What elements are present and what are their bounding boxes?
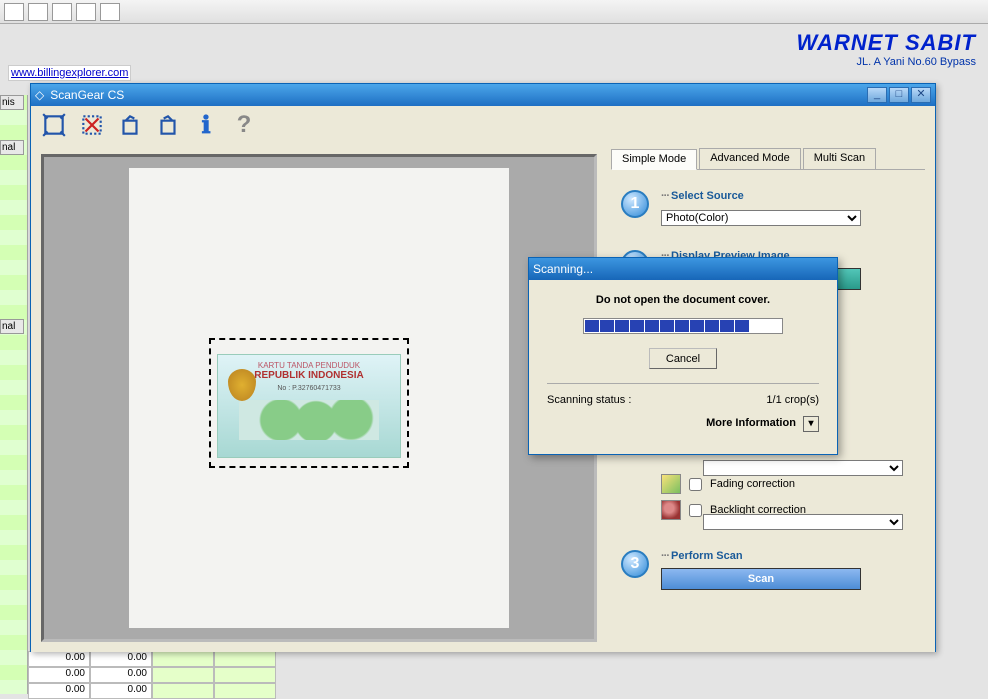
backlight-icon: [661, 500, 681, 520]
rotate-left-icon[interactable]: [115, 110, 145, 140]
progress-segment: [630, 320, 644, 332]
help-icon[interactable]: ?: [229, 110, 259, 140]
tab-advanced[interactable]: Advanced Mode: [699, 148, 801, 169]
status-label: Scanning status :: [547, 394, 631, 406]
bottom-grid: 0.000.00 0.000.00 0.000.00: [28, 651, 628, 699]
grid-cell: 0.00: [90, 683, 152, 699]
grid-cell: 0.00: [28, 683, 90, 699]
brand-subtitle: JL. A Yani No.60 Bypass: [797, 56, 976, 68]
progress-segment: [600, 320, 614, 332]
app-toolbar: [0, 0, 988, 24]
fading-label: Fading correction: [710, 478, 795, 490]
dialog-message: Do not open the document cover.: [547, 294, 819, 306]
grid-cell: [214, 667, 276, 683]
step-1: 1 Select Source Photo(Color): [621, 190, 915, 226]
progress-segment: [615, 320, 629, 332]
scanned-paper: KARTU TANDA PENDUDUK REPUBLIK INDONESIA …: [129, 168, 509, 628]
grid-cell: [152, 683, 214, 699]
grid-cell: 0.00: [90, 651, 152, 667]
progress-segment: [690, 320, 704, 332]
progress-bar: [583, 318, 783, 334]
emblem-icon: [228, 369, 256, 401]
status-value: 1/1 crop(s): [766, 394, 819, 406]
step-1-title: Select Source: [661, 190, 915, 202]
progress-segment: [720, 320, 734, 332]
grid-cell: [152, 651, 214, 667]
progress-segment: [750, 320, 764, 332]
side-label-2: nal: [0, 140, 24, 155]
info-icon[interactable]: ℹ: [191, 110, 221, 140]
brand-block: WARNET SABIT JL. A Yani No.60 Bypass: [797, 30, 976, 68]
progress-segment: [645, 320, 659, 332]
fading-checkbox[interactable]: [689, 478, 702, 491]
tool-icon-1[interactable]: [4, 3, 24, 21]
progress-segment: [705, 320, 719, 332]
grid-cell: [152, 667, 214, 683]
id-card-preview: KARTU TANDA PENDUDUK REPUBLIK INDONESIA …: [217, 354, 401, 458]
side-label-1: nis: [0, 95, 24, 110]
scanning-dialog: Scanning... Do not open the document cov…: [528, 257, 838, 455]
minimize-button[interactable]: _: [867, 87, 887, 103]
backlight-checkbox[interactable]: [689, 504, 702, 517]
app-icon: ◇: [35, 88, 44, 102]
cancel-button[interactable]: Cancel: [649, 348, 717, 369]
window-title: ScanGear CS: [50, 88, 124, 102]
clear-crop-icon[interactable]: [77, 110, 107, 140]
source-select[interactable]: Photo(Color): [661, 210, 861, 226]
progress-segment: [675, 320, 689, 332]
billing-url-link[interactable]: www.billingexplorer.com: [8, 65, 131, 81]
card-map-graphic: [239, 400, 379, 440]
brand-title: WARNET SABIT: [797, 30, 976, 56]
preview-area[interactable]: KARTU TANDA PENDUDUK REPUBLIK INDONESIA …: [41, 154, 597, 642]
close-button[interactable]: ✕: [911, 87, 931, 103]
progress-segment: [765, 320, 779, 332]
titlebar[interactable]: ◇ ScanGear CS _ □ ✕: [31, 84, 935, 106]
more-info-label: More Information: [706, 417, 796, 429]
step-3: 3 Perform Scan Scan: [621, 550, 915, 590]
grid-cell: 0.00: [28, 667, 90, 683]
tool-icon-5[interactable]: [100, 3, 120, 21]
rotate-right-icon[interactable]: [153, 110, 183, 140]
preview-pane: KARTU TANDA PENDUDUK REPUBLIK INDONESIA …: [31, 144, 607, 652]
more-info-dropdown[interactable]: ▾: [803, 416, 819, 432]
auto-crop-icon[interactable]: [39, 110, 69, 140]
grid-cell: [214, 683, 276, 699]
progress-segment: [585, 320, 599, 332]
side-stripe: [0, 95, 28, 694]
grid-cell: 0.00: [90, 667, 152, 683]
mode-tabs: Simple Mode Advanced Mode Multi Scan: [611, 148, 925, 170]
tool-icon-3[interactable]: [52, 3, 72, 21]
dialog-title: Scanning...: [533, 262, 593, 276]
scan-button[interactable]: Scan: [661, 568, 861, 590]
tool-icon-4[interactable]: [76, 3, 96, 21]
tab-multi[interactable]: Multi Scan: [803, 148, 876, 169]
progress-segment: [660, 320, 674, 332]
hidden-select-1[interactable]: [703, 460, 903, 476]
side-label-3: nal: [0, 319, 24, 334]
step-number-1: 1: [621, 190, 649, 218]
window-toolbar: ℹ ?: [31, 106, 935, 144]
grid-cell: [214, 651, 276, 667]
dialog-titlebar[interactable]: Scanning...: [529, 258, 837, 280]
hidden-select-2[interactable]: [703, 514, 903, 530]
progress-segment: [735, 320, 749, 332]
tool-icon-2[interactable]: [28, 3, 48, 21]
grid-cell: 0.00: [28, 651, 90, 667]
step-3-title: Perform Scan: [661, 550, 915, 562]
step-number-3: 3: [621, 550, 649, 578]
maximize-button[interactable]: □: [889, 87, 909, 103]
tab-simple[interactable]: Simple Mode: [611, 149, 697, 170]
progress-segment: [780, 320, 794, 332]
fading-icon: [661, 474, 681, 494]
